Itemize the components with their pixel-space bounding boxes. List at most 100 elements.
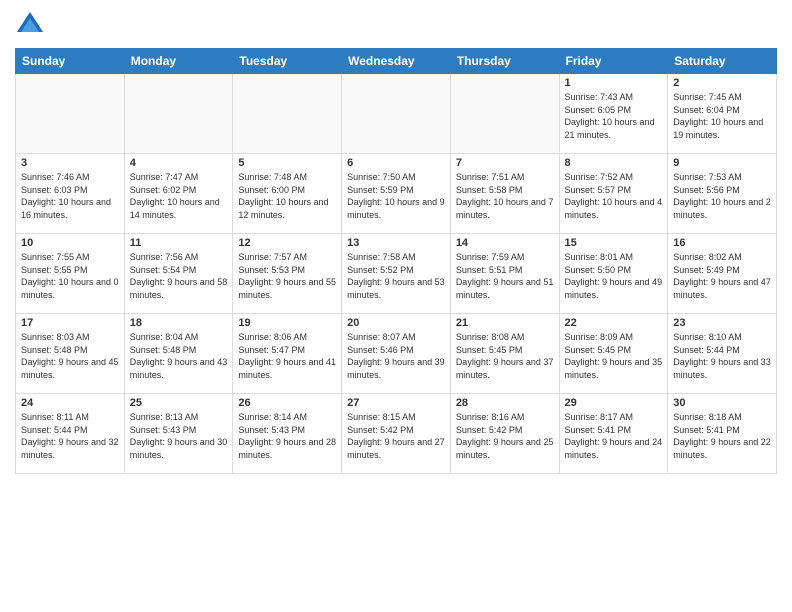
- day-number: 13: [347, 237, 445, 249]
- day-number: 19: [238, 317, 336, 329]
- day-info: Sunrise: 8:04 AMSunset: 5:48 PMDaylight:…: [130, 331, 228, 381]
- calendar-cell: 25 Sunrise: 8:13 AMSunset: 5:43 PMDayligh…: [124, 394, 233, 474]
- calendar-cell: 28Sunrise: 8:16 AMSunset: 5:42 PMDayligh…: [450, 394, 559, 474]
- day-number: 29: [565, 397, 663, 409]
- day-number: 20: [347, 317, 445, 329]
- day-number: 26: [238, 397, 336, 409]
- day-number: 18: [130, 317, 228, 329]
- day-info: Sunrise: 8:08 AMSunset: 5:45 PMDaylight:…: [456, 331, 554, 381]
- calendar-cell: 18 Sunrise: 8:04 AMSunset: 5:48 PMDayligh…: [124, 314, 233, 394]
- day-number: 27: [347, 397, 445, 409]
- day-info: Sunrise: 8:07 AMSunset: 5:46 PMDaylight:…: [347, 331, 445, 381]
- day-number: 17: [21, 317, 119, 329]
- calendar-cell: 6 Sunrise: 7:50 AMSunset: 5:59 PMDaylight…: [342, 154, 451, 234]
- day-number: 16: [673, 237, 771, 249]
- day-info: Sunrise: 7:45 AMSunset: 6:04 PMDaylight:…: [673, 91, 771, 141]
- calendar-header-thursday: Thursday: [450, 49, 559, 74]
- day-info: Sunrise: 7:47 AMSunset: 6:02 PMDaylight:…: [130, 171, 228, 221]
- day-info: Sunrise: 8:06 AMSunset: 5:47 PMDaylight:…: [238, 331, 336, 381]
- calendar-cell: 8 Sunrise: 7:52 AMSunset: 5:57 PMDaylight…: [559, 154, 668, 234]
- calendar-cell: 1 Sunrise: 7:43 AMSunset: 6:05 PMDaylight…: [559, 74, 668, 154]
- calendar-cell: 10 Sunrise: 7:55 AMSunset: 5:55 PMDayligh…: [16, 234, 125, 314]
- day-number: 5: [238, 157, 336, 169]
- day-number: 1: [565, 77, 663, 89]
- calendar-header-row: SundayMondayTuesdayWednesdayThursdayFrid…: [16, 49, 777, 74]
- calendar-cell: 19 Sunrise: 8:06 AMSunset: 5:47 PMDayligh…: [233, 314, 342, 394]
- week-row-4: 17 Sunrise: 8:03 AMSunset: 5:48 PMDayligh…: [16, 314, 777, 394]
- day-info: Sunrise: 7:52 AMSunset: 5:57 PMDaylight:…: [565, 171, 663, 221]
- calendar-cell: 16 Sunrise: 8:02 AMSunset: 5:49 PMDayligh…: [668, 234, 777, 314]
- day-info: Sunrise: 7:57 AMSunset: 5:53 PMDaylight:…: [238, 251, 336, 301]
- calendar-cell: 9Sunrise: 7:53 AMSunset: 5:56 PMDaylight…: [668, 154, 777, 234]
- day-number: 2: [673, 77, 771, 89]
- calendar-cell: [124, 74, 233, 154]
- calendar-cell: 12 Sunrise: 7:57 AMSunset: 5:53 PMDayligh…: [233, 234, 342, 314]
- day-info: Sunrise: 8:16 AMSunset: 5:42 PMDaylight:…: [456, 411, 554, 461]
- calendar-cell: 13 Sunrise: 7:58 AMSunset: 5:52 PMDayligh…: [342, 234, 451, 314]
- calendar-header-tuesday: Tuesday: [233, 49, 342, 74]
- day-number: 30: [673, 397, 771, 409]
- day-info: Sunrise: 7:43 AMSunset: 6:05 PMDaylight:…: [565, 91, 663, 141]
- day-info: Sunrise: 8:18 AMSunset: 5:41 PMDaylight:…: [673, 411, 771, 461]
- day-info: Sunrise: 7:56 AMSunset: 5:54 PMDaylight:…: [130, 251, 228, 301]
- calendar-cell: [342, 74, 451, 154]
- day-number: 8: [565, 157, 663, 169]
- day-info: Sunrise: 7:55 AMSunset: 5:55 PMDaylight:…: [21, 251, 119, 301]
- day-info: Sunrise: 8:17 AMSunset: 5:41 PMDaylight:…: [565, 411, 663, 461]
- calendar-cell: 26 Sunrise: 8:14 AMSunset: 5:43 PMDayligh…: [233, 394, 342, 474]
- day-number: 24: [21, 397, 119, 409]
- calendar-cell: 14 Sunrise: 7:59 AMSunset: 5:51 PMDayligh…: [450, 234, 559, 314]
- calendar-header-wednesday: Wednesday: [342, 49, 451, 74]
- calendar-cell: 30 Sunrise: 8:18 AMSunset: 5:41 PMDayligh…: [668, 394, 777, 474]
- day-info: Sunrise: 8:13 AMSunset: 5:43 PMDaylight:…: [130, 411, 228, 461]
- day-number: 10: [21, 237, 119, 249]
- day-number: 23: [673, 317, 771, 329]
- day-number: 12: [238, 237, 336, 249]
- calendar-cell: 27 Sunrise: 8:15 AMSunset: 5:42 PMDayligh…: [342, 394, 451, 474]
- day-info: Sunrise: 7:58 AMSunset: 5:52 PMDaylight:…: [347, 251, 445, 301]
- calendar-header-friday: Friday: [559, 49, 668, 74]
- calendar-cell: 24Sunrise: 8:11 AMSunset: 5:44 PMDayligh…: [16, 394, 125, 474]
- calendar-cell: 5 Sunrise: 7:48 AMSunset: 6:00 PMDaylight…: [233, 154, 342, 234]
- calendar-header-sunday: Sunday: [16, 49, 125, 74]
- day-info: Sunrise: 7:50 AMSunset: 5:59 PMDaylight:…: [347, 171, 445, 221]
- calendar-cell: 7 Sunrise: 7:51 AMSunset: 5:58 PMDaylight…: [450, 154, 559, 234]
- day-number: 22: [565, 317, 663, 329]
- day-info: Sunrise: 7:48 AMSunset: 6:00 PMDaylight:…: [238, 171, 336, 221]
- day-number: 4: [130, 157, 228, 169]
- week-row-2: 3 Sunrise: 7:46 AMSunset: 6:03 PMDaylight…: [16, 154, 777, 234]
- calendar-header-monday: Monday: [124, 49, 233, 74]
- day-number: 25: [130, 397, 228, 409]
- calendar-cell: 2 Sunrise: 7:45 AMSunset: 6:04 PMDaylight…: [668, 74, 777, 154]
- calendar: SundayMondayTuesdayWednesdayThursdayFrid…: [15, 48, 777, 474]
- page: SundayMondayTuesdayWednesdayThursdayFrid…: [0, 0, 792, 612]
- calendar-header-saturday: Saturday: [668, 49, 777, 74]
- day-number: 11: [130, 237, 228, 249]
- header: [15, 10, 777, 40]
- logo: [15, 10, 49, 40]
- day-info: Sunrise: 8:02 AMSunset: 5:49 PMDaylight:…: [673, 251, 771, 301]
- day-number: 7: [456, 157, 554, 169]
- day-info: Sunrise: 8:14 AMSunset: 5:43 PMDaylight:…: [238, 411, 336, 461]
- day-info: Sunrise: 8:01 AMSunset: 5:50 PMDaylight:…: [565, 251, 663, 301]
- day-info: Sunrise: 7:59 AMSunset: 5:51 PMDaylight:…: [456, 251, 554, 301]
- day-info: Sunrise: 7:51 AMSunset: 5:58 PMDaylight:…: [456, 171, 554, 221]
- calendar-cell: 21Sunrise: 8:08 AMSunset: 5:45 PMDayligh…: [450, 314, 559, 394]
- calendar-cell: 15Sunrise: 8:01 AMSunset: 5:50 PMDayligh…: [559, 234, 668, 314]
- day-info: Sunrise: 8:10 AMSunset: 5:44 PMDaylight:…: [673, 331, 771, 381]
- day-info: Sunrise: 7:46 AMSunset: 6:03 PMDaylight:…: [21, 171, 119, 221]
- calendar-cell: 3 Sunrise: 7:46 AMSunset: 6:03 PMDaylight…: [16, 154, 125, 234]
- calendar-cell: 17 Sunrise: 8:03 AMSunset: 5:48 PMDayligh…: [16, 314, 125, 394]
- day-number: 14: [456, 237, 554, 249]
- day-info: Sunrise: 8:09 AMSunset: 5:45 PMDaylight:…: [565, 331, 663, 381]
- day-info: Sunrise: 8:15 AMSunset: 5:42 PMDaylight:…: [347, 411, 445, 461]
- calendar-cell: 11 Sunrise: 7:56 AMSunset: 5:54 PMDayligh…: [124, 234, 233, 314]
- day-number: 3: [21, 157, 119, 169]
- calendar-cell: 29 Sunrise: 8:17 AMSunset: 5:41 PMDayligh…: [559, 394, 668, 474]
- day-info: Sunrise: 8:03 AMSunset: 5:48 PMDaylight:…: [21, 331, 119, 381]
- day-number: 6: [347, 157, 445, 169]
- day-info: Sunrise: 7:53 AMSunset: 5:56 PMDaylight:…: [673, 171, 771, 221]
- logo-icon: [15, 10, 45, 40]
- calendar-cell: 23 Sunrise: 8:10 AMSunset: 5:44 PMDayligh…: [668, 314, 777, 394]
- week-row-5: 24Sunrise: 8:11 AMSunset: 5:44 PMDayligh…: [16, 394, 777, 474]
